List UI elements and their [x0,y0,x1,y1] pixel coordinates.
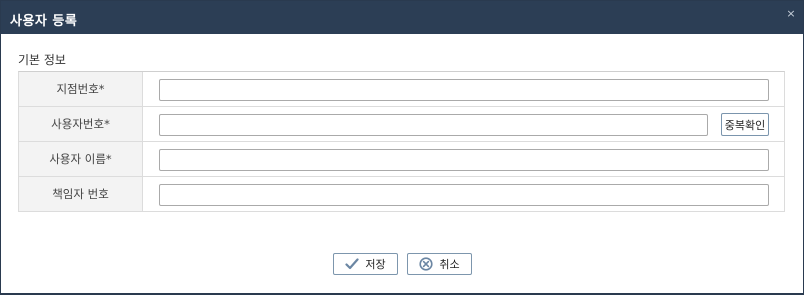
user-name-cell [143,142,784,176]
section-title: 기본 정보 [18,53,66,67]
form-row-user-name: 사용자 이름* [19,142,784,177]
branch-number-input[interactable] [159,79,769,101]
dialog-titlebar: 사용자 등록 × [1,1,803,34]
user-name-input[interactable] [159,149,769,171]
manager-number-input[interactable] [159,184,769,206]
user-name-label: 사용자 이름* [19,142,143,176]
branch-number-label: 지점번호* [19,72,143,106]
circle-x-icon [419,257,433,271]
cancel-button[interactable]: 취소 [407,253,472,275]
user-number-cell: 중복확인 [143,107,784,141]
user-number-input[interactable] [159,114,708,136]
check-icon [345,258,359,270]
dialog-title: 사용자 등록 [10,14,78,29]
form-row-branch-number: 지점번호* [19,72,784,107]
branch-number-cell [143,72,784,106]
user-number-label: 사용자번호* [19,107,143,141]
duplicate-check-button[interactable]: 중복확인 [721,113,769,136]
basic-info-form: 지점번호* 사용자번호* 중복확인 사용자 이름* 책임자 번호 [18,71,785,212]
manager-number-label: 책임자 번호 [19,177,143,211]
cancel-button-label: 취소 [439,258,460,271]
manager-number-cell [143,177,784,211]
user-registration-dialog: 사용자 등록 × 기본 정보 지점번호* 사용자번호* 중복확인 사용자 이름*… [0,0,804,295]
form-row-user-number: 사용자번호* 중복확인 [19,107,784,142]
close-icon[interactable]: × [784,7,798,21]
save-button-label: 저장 [365,258,386,271]
save-button[interactable]: 저장 [333,253,398,275]
form-row-manager-number: 책임자 번호 [19,177,784,212]
